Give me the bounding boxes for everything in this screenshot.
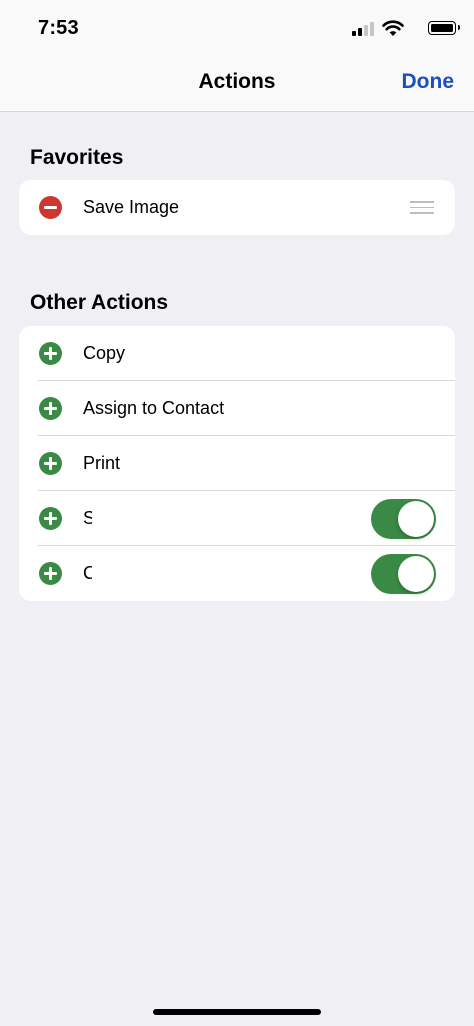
home-indicator[interactable] xyxy=(153,1009,321,1015)
done-button[interactable]: Done xyxy=(402,70,455,94)
list-item-label: C xyxy=(83,563,92,583)
list-item-label: Assign to Contact xyxy=(83,398,225,418)
list-item-save-image[interactable]: Save Image xyxy=(19,180,455,235)
other-actions-card: Copy Assign to Contact Print S C xyxy=(19,326,455,601)
add-circle-icon[interactable] xyxy=(39,452,62,475)
add-circle-icon[interactable] xyxy=(39,397,62,420)
list-item-label: Copy xyxy=(83,343,126,363)
toggle-switch[interactable] xyxy=(371,499,436,539)
status-bar: 7:53 xyxy=(0,0,474,56)
wifi-icon xyxy=(382,20,404,36)
list-item-toggle-c[interactable]: C xyxy=(19,546,455,601)
navigation-bar: Actions Done xyxy=(0,56,474,112)
list-item-label: Print xyxy=(83,453,121,473)
add-circle-icon[interactable] xyxy=(39,562,62,585)
list-item-toggle-s[interactable]: S xyxy=(19,491,455,546)
list-item-print[interactable]: Print xyxy=(19,436,455,491)
toggle-knob xyxy=(398,501,434,537)
list-item-copy[interactable]: Copy xyxy=(19,326,455,381)
battery-icon xyxy=(428,21,460,35)
add-circle-icon[interactable] xyxy=(39,342,62,365)
other-actions-header: Other Actions xyxy=(30,291,169,314)
remove-circle-icon[interactable] xyxy=(39,196,62,219)
add-circle-icon[interactable] xyxy=(39,507,62,530)
favorites-card: Save Image xyxy=(19,180,455,235)
list-item-label: S xyxy=(83,508,92,528)
reorder-handle-icon[interactable] xyxy=(410,201,434,214)
favorites-header: Favorites xyxy=(30,146,124,169)
cellular-signal-icon xyxy=(352,20,374,36)
status-time: 7:53 xyxy=(38,17,79,39)
list-item-assign-to-contact[interactable]: Assign to Contact xyxy=(19,381,455,436)
list-item-label: Save Image xyxy=(83,197,180,217)
toggle-switch[interactable] xyxy=(371,554,436,594)
toggle-knob xyxy=(398,556,434,592)
